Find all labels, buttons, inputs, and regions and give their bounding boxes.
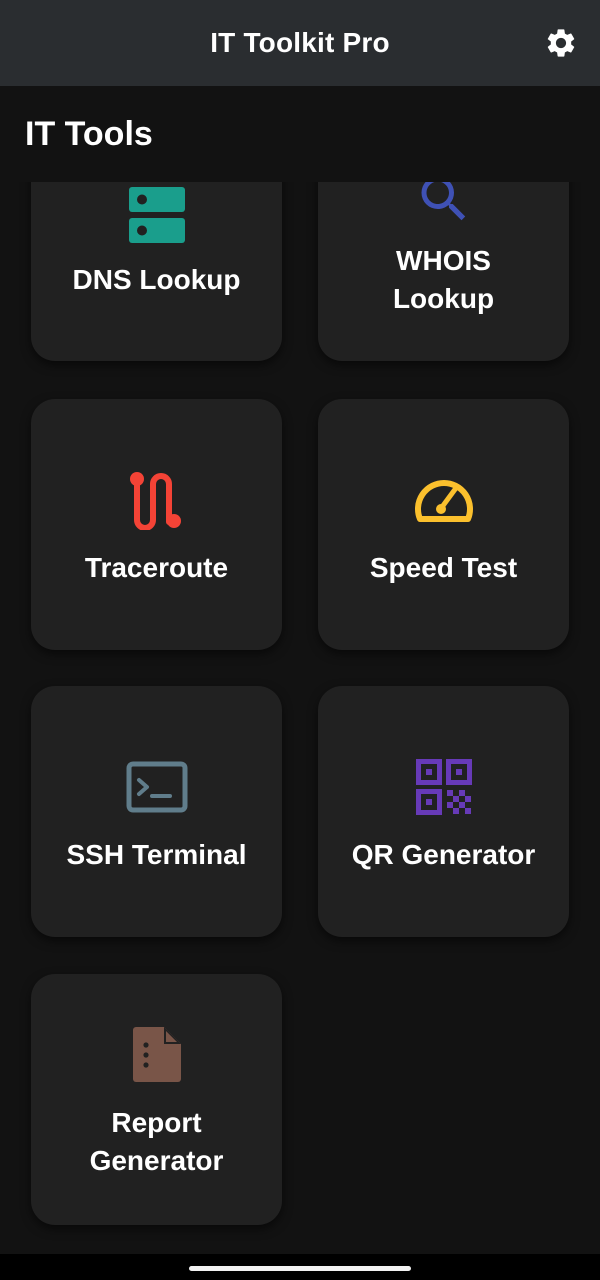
speedometer-icon (413, 469, 475, 531)
tool-label: Traceroute (84, 552, 229, 583)
app-title: IT Toolkit Pro (210, 27, 390, 58)
search-icon (413, 182, 475, 230)
tool-label: Report Generator (89, 1107, 224, 1176)
tool-card-ssh-terminal[interactable]: SSH Terminal (31, 686, 282, 937)
dns-server-icon (126, 184, 188, 246)
app-bar: IT Toolkit Pro (0, 0, 600, 86)
tool-label: Speed Test (369, 552, 518, 583)
home-indicator[interactable] (189, 1266, 411, 1271)
tools-grid[interactable]: DNS Lookup WHOIS Lookup Traceroute Speed… (0, 182, 600, 1254)
tool-card-speed-test[interactable]: Speed Test (318, 399, 569, 650)
terminal-icon (126, 756, 188, 818)
qr-code-icon (413, 756, 475, 818)
tool-card-qr-generator[interactable]: QR Generator (318, 686, 569, 937)
settings-button[interactable] (542, 24, 580, 62)
document-icon (126, 1024, 188, 1086)
tool-card-dns-lookup[interactable]: DNS Lookup (31, 182, 282, 361)
tool-label: SSH Terminal (66, 839, 247, 870)
route-icon (126, 469, 188, 531)
tool-card-report-generator[interactable]: Report Generator (31, 974, 282, 1225)
tool-card-traceroute[interactable]: Traceroute (31, 399, 282, 650)
tool-label: WHOIS Lookup (392, 245, 495, 314)
section-title: IT Tools (25, 115, 153, 153)
gear-icon (547, 29, 575, 57)
tool-label: DNS Lookup (72, 264, 241, 295)
tool-label: QR Generator (351, 839, 536, 870)
tool-card-whois-lookup[interactable]: WHOIS Lookup (318, 182, 569, 361)
